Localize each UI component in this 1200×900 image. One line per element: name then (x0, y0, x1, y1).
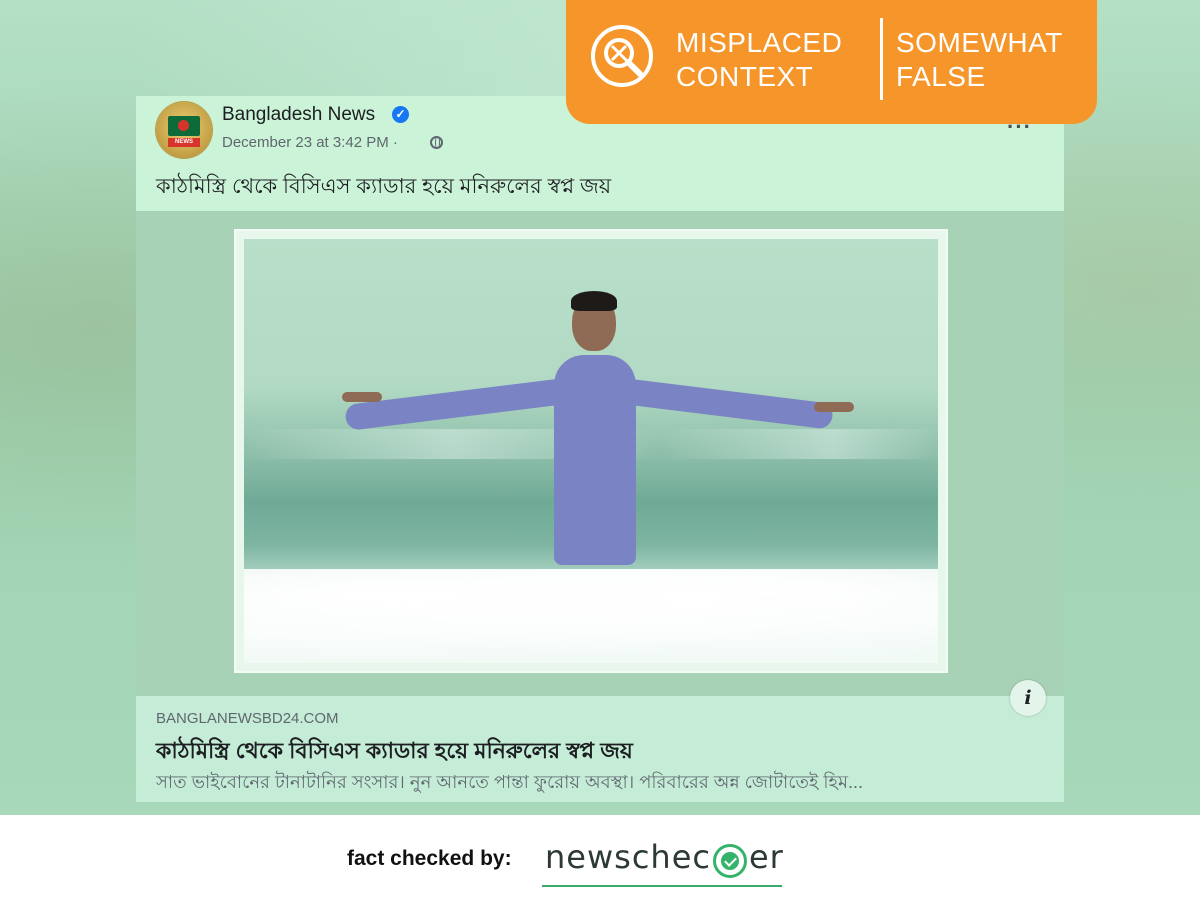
person-right-hand (814, 402, 854, 412)
verdict-result-line1: SOMEWHAT (896, 27, 1063, 58)
sea-foam (244, 569, 938, 663)
verdict-divider (880, 18, 883, 100)
person-left-hand (342, 392, 382, 402)
person-hair (571, 291, 617, 311)
fact-checked-label: fact checked by: (347, 847, 512, 870)
post-text: কাঠমিস্ত্রি থেকে বিসিএস ক্যাডার হয়ে মনি… (156, 175, 612, 198)
check-badge-icon (712, 843, 747, 878)
post-timestamp[interactable]: December 23 at 3:42 PM · (222, 134, 398, 151)
photo-frame (236, 231, 946, 671)
verdict-rating: MISPLACED CONTEXT (676, 26, 856, 94)
link-title[interactable]: কাঠমিস্ত্রি থেকে বিসিএস ক্যাডার হয়ে মনি… (156, 734, 633, 771)
post-photo[interactable] (244, 239, 938, 663)
brand-suffix: er (748, 838, 784, 876)
person-left-arm (344, 377, 576, 431)
facebook-post-card: NEWS Bangladesh News ✓ December 23 at 3:… (136, 96, 1064, 802)
magnifier-icon (591, 25, 653, 87)
link-domain: BANGLANEWSBD24.COM (156, 710, 339, 727)
verdict-result-line2: FALSE (896, 61, 986, 92)
person-body (554, 355, 636, 565)
bangladesh-flag-icon (168, 116, 200, 136)
page-avatar[interactable]: NEWS (156, 102, 212, 158)
post-photo-area[interactable] (136, 211, 1064, 696)
avatar-ribbon: NEWS (168, 138, 200, 147)
fact-check-verdict-banner: MISPLACED CONTEXT SOMEWHAT FALSE (566, 0, 1097, 124)
brand-underline (542, 885, 782, 887)
verdict-rating-line1: MISPLACED (676, 27, 843, 58)
person-right-arm (612, 377, 834, 430)
verified-check-icon: ✓ (392, 106, 409, 123)
brand-prefix: newschec (545, 838, 711, 876)
link-description: সাত ভাইবোনের টানাটানির সংসার। নুন আনতে প… (156, 772, 863, 792)
link-preview[interactable]: i BANGLANEWSBD24.COM কাঠমিস্ত্রি থেকে বি… (136, 680, 1064, 802)
page-name[interactable]: Bangladesh News (222, 104, 375, 126)
footer: fact checked by: newschec er (0, 815, 1200, 900)
verdict-result: SOMEWHAT FALSE (896, 26, 1086, 94)
info-icon[interactable]: i (1010, 680, 1046, 716)
globe-icon (430, 136, 443, 149)
verdict-rating-line2: CONTEXT (676, 61, 814, 92)
newschecker-logo: newschec er (542, 837, 784, 887)
